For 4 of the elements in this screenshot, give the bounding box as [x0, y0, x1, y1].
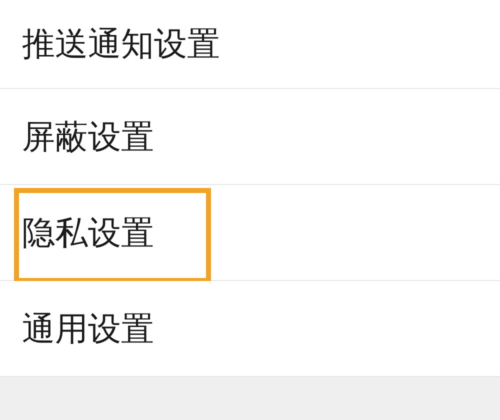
setting-item[interactable]: 屏蔽设置 [22, 112, 154, 162]
setting-item[interactable]: 隐私设置 [22, 208, 154, 258]
setting-item[interactable]: 通用设置 [22, 304, 154, 354]
setting-item[interactable]: 推送通知设置 [22, 19, 220, 69]
